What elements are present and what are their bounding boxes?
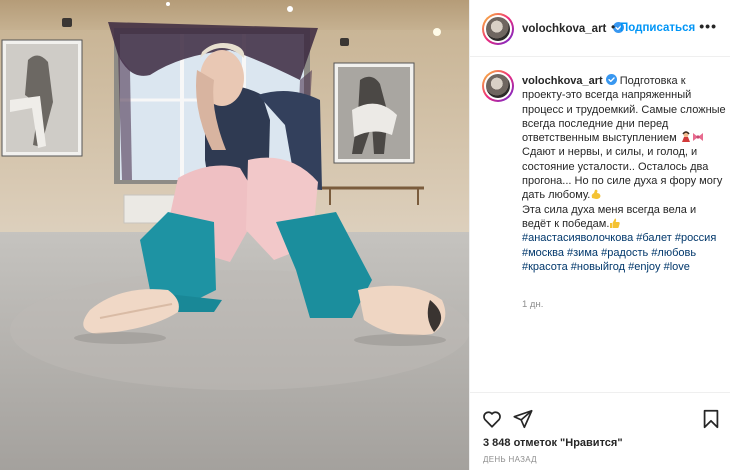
avatar[interactable] [482, 13, 514, 45]
post-timestamp[interactable]: ДЕНЬ НАЗАД [483, 455, 537, 464]
avatar-image [486, 17, 510, 41]
post-side-panel: volochkova_art • Подписаться ••• volochk… [469, 0, 730, 470]
flexed-biceps-emoji-icon [592, 190, 601, 200]
more-options-button[interactable]: ••• [699, 18, 717, 34]
caption-line-2: Сдают и нервы, и силы, и голод, и состоя… [522, 146, 723, 202]
avatar-ring [484, 15, 512, 43]
hashtag-link[interactable]: #анастасияволочкова [522, 232, 633, 244]
hashtag-link[interactable]: #любовь [651, 247, 696, 259]
caption-text: volochkova_art Подготовка к проекту-это … [522, 74, 727, 274]
instagram-post: volochkova_art • Подписаться ••• volochk… [0, 0, 730, 470]
post-photo[interactable] [0, 0, 469, 470]
header-username[interactable]: volochkova_art [522, 23, 606, 35]
hashtags: #анастасияволочкова #балет #россия #моск… [522, 232, 716, 273]
bookmark-icon[interactable] [700, 408, 722, 430]
post-age: 1 дн. [522, 299, 544, 310]
ballerina-photo [0, 0, 469, 470]
ribbon-emoji-icon [692, 133, 703, 142]
caption-avatar-ring [484, 72, 512, 100]
caption-username[interactable]: volochkova_art [522, 75, 603, 87]
caption-avatar-image [486, 74, 510, 98]
header-username-link[interactable]: volochkova_art [522, 22, 624, 35]
hashtag-link[interactable]: #балет [636, 232, 672, 244]
hashtag-link[interactable]: #зима [567, 247, 598, 259]
caption-username-link[interactable]: volochkova_art [522, 74, 617, 87]
header-separator: • [611, 20, 616, 34]
hashtag-link[interactable]: #новыйгод [571, 261, 625, 273]
hashtag-link[interactable]: #love [664, 261, 690, 273]
caption-avatar[interactable] [482, 70, 514, 102]
hashtag-link[interactable]: #радость [601, 247, 648, 259]
hashtag-link[interactable]: #enjoy [628, 261, 660, 273]
thumbs-up-emoji-icon [610, 218, 621, 228]
post-header: volochkova_art • Подписаться ••• [470, 0, 730, 57]
paper-plane-icon[interactable] [512, 408, 534, 430]
hashtag-link[interactable]: #москва [522, 247, 564, 259]
hashtag-link[interactable]: #красота [522, 261, 568, 273]
heart-icon[interactable] [481, 408, 503, 430]
likes-count[interactable]: 3 848 отметок "Нравится" [483, 437, 623, 449]
action-bar: 3 848 отметок "Нравится" ДЕНЬ НАЗАД [470, 392, 730, 470]
follow-button[interactable]: Подписаться [620, 22, 695, 34]
verified-badge-icon [605, 74, 617, 85]
dancer-emoji-icon [681, 131, 690, 143]
hashtag-link[interactable]: #россия [675, 232, 716, 244]
